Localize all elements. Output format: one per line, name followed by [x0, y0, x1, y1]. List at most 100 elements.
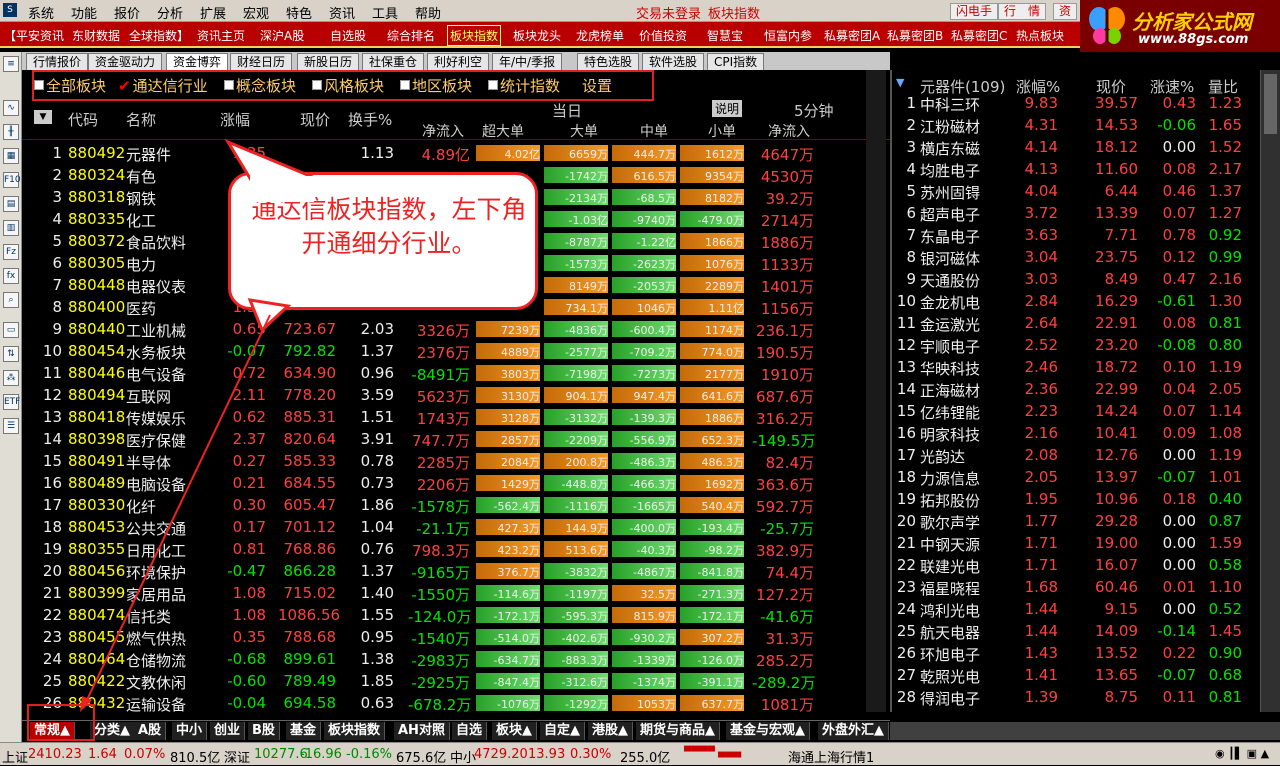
tab-capital-drive[interactable]: 资金驱动力 [88, 53, 163, 70]
shortcut-watchlist[interactable]: 自选股 [330, 27, 366, 44]
tab-capital-game[interactable]: 资金博弈 [166, 53, 229, 70]
search-icon[interactable]: ⌕ [3, 292, 19, 308]
quote-button[interactable]: 行 情 [998, 3, 1047, 20]
table-row[interactable]: 1 880492 元器件 1.35 1.13 4.89亿 4.02亿 6659万 444.7万 1… [22, 142, 890, 164]
stock-row[interactable]: 10 金龙机电 2.84 16.29 -0.61 1.30 [892, 290, 1252, 312]
table-row[interactable]: 23 880455 燃气供热 0.35 788.68 0.95 -1540万 -514.0万 -… [22, 626, 890, 648]
col-5min-net[interactable]: 净流入 [768, 121, 810, 141]
zx-index[interactable]: 4729.20 [474, 747, 528, 762]
col-large[interactable]: 大单 [570, 121, 598, 141]
table-row[interactable]: 20 880456 环境保护 -0.47 866.28 1.37 -9165万 376.7万 -… [22, 560, 890, 582]
panel-scrollbar[interactable] [1260, 70, 1280, 712]
stock-row[interactable]: 8 银河磁体 3.04 23.75 0.12 0.99 [892, 246, 1252, 268]
stock-row[interactable]: 7 东晶电子 3.63 7.71 0.78 0.92 [892, 224, 1252, 246]
bottom-tab-4[interactable]: 创业 [210, 722, 246, 740]
menu-quote[interactable]: 报价 [114, 3, 140, 22]
shortcut-pe-b[interactable]: 私募密团B [887, 27, 943, 44]
stock-row[interactable]: 16 明家科技 2.16 10.41 0.09 1.08 [892, 422, 1252, 444]
shortcut-pe-c[interactable]: 私募密团C [951, 27, 1007, 44]
formula-icon[interactable]: Fz [3, 244, 19, 260]
bottom-tab-15[interactable]: 外盘外汇▲ [818, 722, 889, 740]
stock-row[interactable]: 20 歌尔声学 1.77 29.28 0.00 0.87 [892, 510, 1252, 532]
sh-index[interactable]: 2410.23 [28, 747, 82, 762]
menu-macro[interactable]: 宏观 [243, 3, 269, 22]
shortcut-a-shares[interactable]: 深沪A股 [260, 27, 304, 44]
stock-row[interactable]: 27 乾照光电 1.41 13.65 -0.07 0.68 [892, 664, 1252, 686]
stock-row[interactable]: 24 鸿利光电 1.44 9.15 0.00 0.52 [892, 598, 1252, 620]
menu-news[interactable]: 资讯 [329, 3, 355, 22]
bottom-tab-10[interactable]: 板块▲ [492, 722, 537, 740]
login-status[interactable]: 交易未登录 [636, 3, 701, 22]
bottom-tab-8[interactable]: AH对照 [394, 722, 450, 740]
menu-extend[interactable]: 扩展 [200, 3, 226, 22]
candlestick-icon[interactable]: ╫ [3, 124, 19, 140]
table-row[interactable]: 15 880491 半导体 0.27 585.33 0.78 2285万 2084万 200.8… [22, 450, 890, 472]
stock-row[interactable]: 19 拓邦股份 1.95 10.96 0.18 0.40 [892, 488, 1252, 510]
col-net-inflow[interactable]: 净流入 [422, 121, 464, 141]
explain-button[interactable]: 说明 [712, 100, 743, 117]
table-scrollbar[interactable] [866, 70, 886, 712]
tab-good-bad[interactable]: 利好利空 [427, 53, 490, 70]
stock-row[interactable]: 17 光韵达 2.08 12.76 0.00 1.19 [892, 444, 1252, 466]
table-row[interactable]: 18 880453 公共交通 0.17 701.12 1.04 -21.1万 427.3万 14… [22, 516, 890, 538]
stock-row[interactable]: 4 均胜电子 4.13 11.60 0.08 2.17 [892, 158, 1252, 180]
bottom-tab-9[interactable]: 自选 [452, 722, 488, 740]
table-icon[interactable]: ▦ [3, 148, 19, 164]
table-row[interactable]: 19 880355 日用化工 0.81 768.86 0.76 798.3万 423.2万 51… [22, 538, 890, 560]
list-icon[interactable]: ≡ [3, 56, 19, 72]
col-small[interactable]: 小单 [708, 121, 736, 141]
shortcut-sector-index[interactable]: 板块指数 [447, 25, 502, 46]
col-code[interactable]: 代码 [68, 109, 98, 130]
table-row[interactable]: 25 880422 文教休闲 -0.60 789.49 1.85 -2925万 -847.4万… [22, 670, 890, 692]
shortcut-hot-sector[interactable]: 热点板块 [1016, 27, 1064, 44]
document-icon[interactable]: ▥ [3, 220, 19, 236]
menu-system[interactable]: 系统 [28, 3, 54, 22]
stock-row[interactable]: 22 联建光电 1.71 16.07 0.00 0.58 [892, 554, 1252, 576]
chart-line-icon[interactable]: ∿ [3, 100, 19, 116]
shortcut-sector-leader[interactable]: 板块龙头 [513, 27, 561, 44]
app-icon[interactable]: S [3, 3, 17, 17]
col-super-large[interactable]: 超大单 [482, 121, 524, 141]
menu-special[interactable]: 特色 [286, 3, 312, 22]
table-row[interactable]: 13 880418 传媒娱乐 0.62 885.31 1.51 1743万 3128万 -313… [22, 406, 890, 428]
col-medium[interactable]: 中单 [640, 121, 668, 141]
shortcut-dragon-tiger[interactable]: 龙虎榜单 [576, 27, 624, 44]
stock-row[interactable]: 26 环旭电子 1.43 13.52 0.22 0.90 [892, 642, 1252, 664]
folder-icon[interactable]: ▭ [3, 322, 19, 338]
function-icon[interactable]: fx [3, 268, 19, 284]
flash-trade-button[interactable]: 闪电手 [950, 3, 999, 20]
bottom-tab-7[interactable]: 板块指数 [324, 722, 386, 740]
table-row[interactable]: 14 880398 医疗保健 2.37 820.64 3.91 747.7万 2857万 -22… [22, 428, 890, 450]
bottom-tab-6[interactable]: 基金 [286, 722, 322, 740]
stack-icon[interactable]: ☰ [3, 418, 19, 434]
tab-software-pick[interactable]: 软件选股 [642, 53, 705, 70]
stock-row[interactable]: 23 福星晓程 1.68 60.46 0.01 1.10 [892, 576, 1252, 598]
data-source[interactable]: 海通上海行情1 [788, 747, 874, 766]
shortcut-east-data[interactable]: 东财数据 [72, 27, 120, 44]
tab-cpi[interactable]: CPI指数 [707, 53, 765, 70]
bottom-tab-1[interactable]: 分类▲ [90, 722, 135, 740]
shortcut-value[interactable]: 价值投资 [639, 27, 687, 44]
table-row[interactable]: 22 880474 信托类 1.08 1086.56 1.55 -124.0万 -172.1万… [22, 604, 890, 626]
tab-ipo-calendar[interactable]: 新股日历 [297, 53, 360, 70]
grid-icon[interactable]: ⁂ [3, 370, 19, 386]
menu-function[interactable]: 功能 [71, 3, 97, 22]
stock-row[interactable]: 6 超声电子 3.72 13.39 0.07 1.27 [892, 202, 1252, 224]
shortcut-ranking[interactable]: 综合排名 [387, 27, 435, 44]
table-row[interactable]: 12 880494 互联网 2.11 778.20 3.59 5623万 3130万 904.1… [22, 384, 890, 406]
bottom-tab-13[interactable]: 期货与商品▲ [636, 722, 720, 740]
stock-row[interactable]: 18 力源信息 2.05 13.97 -0.07 1.01 [892, 466, 1252, 488]
stock-row[interactable]: 12 宇顺电子 2.52 23.20 -0.08 0.80 [892, 334, 1252, 356]
shortcut-news-home[interactable]: 资讯主页 [197, 27, 245, 44]
menu-analysis[interactable]: 分析 [157, 3, 183, 22]
stock-row[interactable]: 25 航天电器 1.44 14.09 -0.14 1.45 [892, 620, 1252, 642]
stock-row[interactable]: 15 亿纬锂能 2.23 14.24 0.07 1.14 [892, 400, 1252, 422]
tab-reports[interactable]: 年/中/季报 [492, 53, 563, 70]
shortcut-smart[interactable]: 智慧宝 [707, 27, 743, 44]
updown-icon[interactable]: ⇅ [3, 346, 19, 362]
stock-row[interactable]: 14 正海磁材 2.36 22.99 0.04 2.05 [892, 378, 1252, 400]
shortcut-global-index[interactable]: 全球指数】 [129, 27, 189, 44]
stock-row[interactable]: 28 得润电子 1.39 8.75 0.11 0.81 [892, 686, 1252, 708]
tab-econ-calendar[interactable]: 财经日历 [230, 53, 293, 70]
shortcut-pe-a[interactable]: 私募密团A [824, 27, 880, 44]
